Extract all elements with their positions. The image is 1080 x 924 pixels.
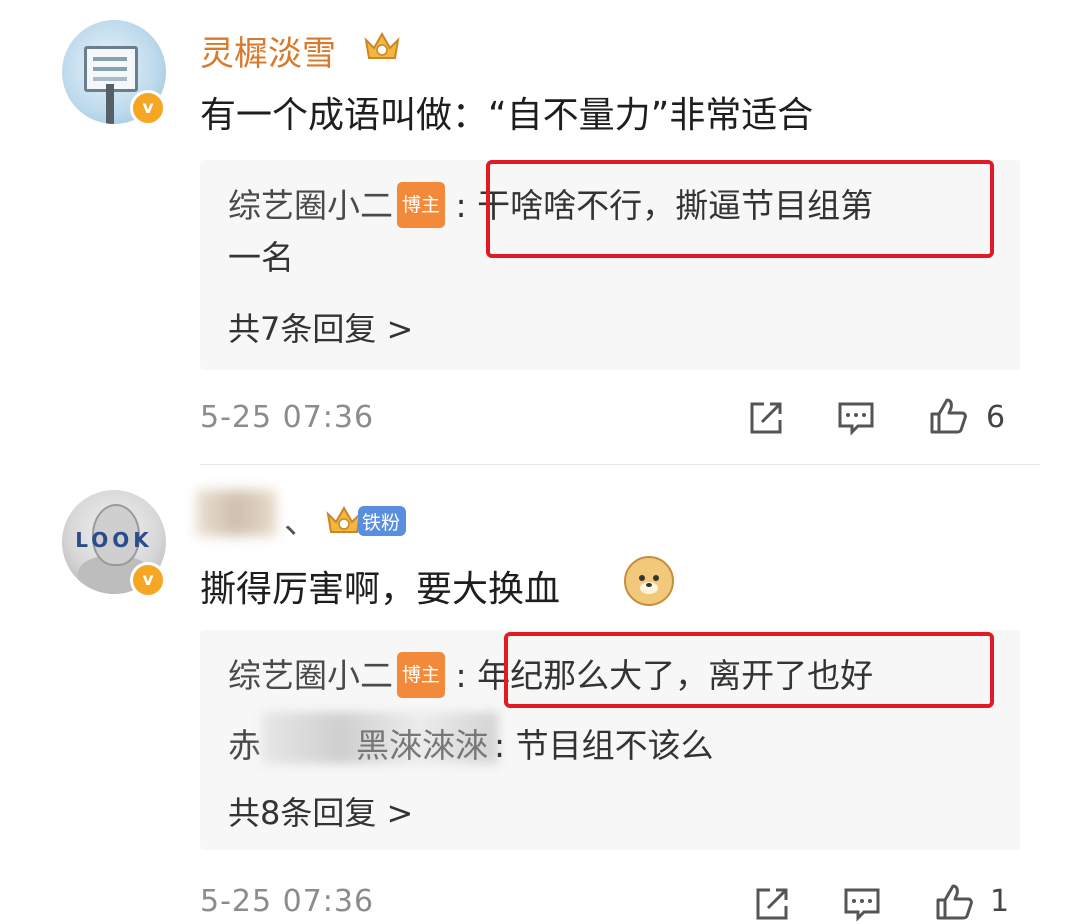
username-suffix: 、 [284, 502, 318, 542]
view-replies-link[interactable]: 共8条回复 > [228, 788, 413, 834]
reply-text: : 节目组不该么 [494, 726, 714, 765]
blogger-badge: 博主 [397, 182, 446, 228]
comment-icon[interactable] [836, 398, 876, 438]
timestamp: 5-25 07:36 [200, 884, 375, 919]
highlight-box [504, 632, 994, 708]
reply-author-end: 黑淶淶淶 [356, 726, 488, 765]
blogger-badge: 博主 [397, 652, 446, 698]
verified-badge-icon: v [130, 90, 166, 126]
highlight-box [486, 160, 994, 258]
comment-icon[interactable] [842, 884, 882, 924]
reply-line: 赤 [228, 724, 261, 768]
like-icon[interactable] [934, 882, 974, 922]
timestamp: 5-25 07:36 [200, 400, 375, 435]
reply-separator: : [455, 656, 467, 695]
reply-author[interactable]: 综艺圈小二 [228, 186, 393, 225]
crown-vip-icon [364, 31, 400, 59]
reply-separator: : [455, 186, 467, 225]
username-redacted[interactable] [196, 490, 276, 536]
comment-text: 撕得厉害啊，要大换血 [200, 569, 561, 610]
reply-text-continued: 一名 [228, 238, 294, 277]
reply-author[interactable]: 综艺圈小二 [228, 656, 393, 695]
verified-badge-icon: v [130, 562, 166, 598]
view-replies-link[interactable]: 共7条回复 > [228, 304, 413, 350]
like-icon[interactable] [928, 396, 968, 436]
fan-badge-label: 铁粉 [362, 511, 401, 534]
doge-emoji-icon [624, 556, 674, 606]
fan-badge: 铁粉 [358, 506, 407, 536]
share-icon[interactable] [752, 884, 792, 924]
reply-author-start[interactable]: 赤 [228, 726, 261, 765]
divider [200, 464, 1040, 465]
comment-text: 有一个成语叫做：“自不量力”非常适合 [200, 95, 814, 136]
share-icon[interactable] [746, 398, 786, 438]
avatar-text: LOOK [75, 528, 153, 552]
like-count: 1 [990, 884, 1010, 919]
username[interactable]: 灵樨淡雪 [200, 26, 336, 75]
like-count: 6 [986, 400, 1006, 435]
